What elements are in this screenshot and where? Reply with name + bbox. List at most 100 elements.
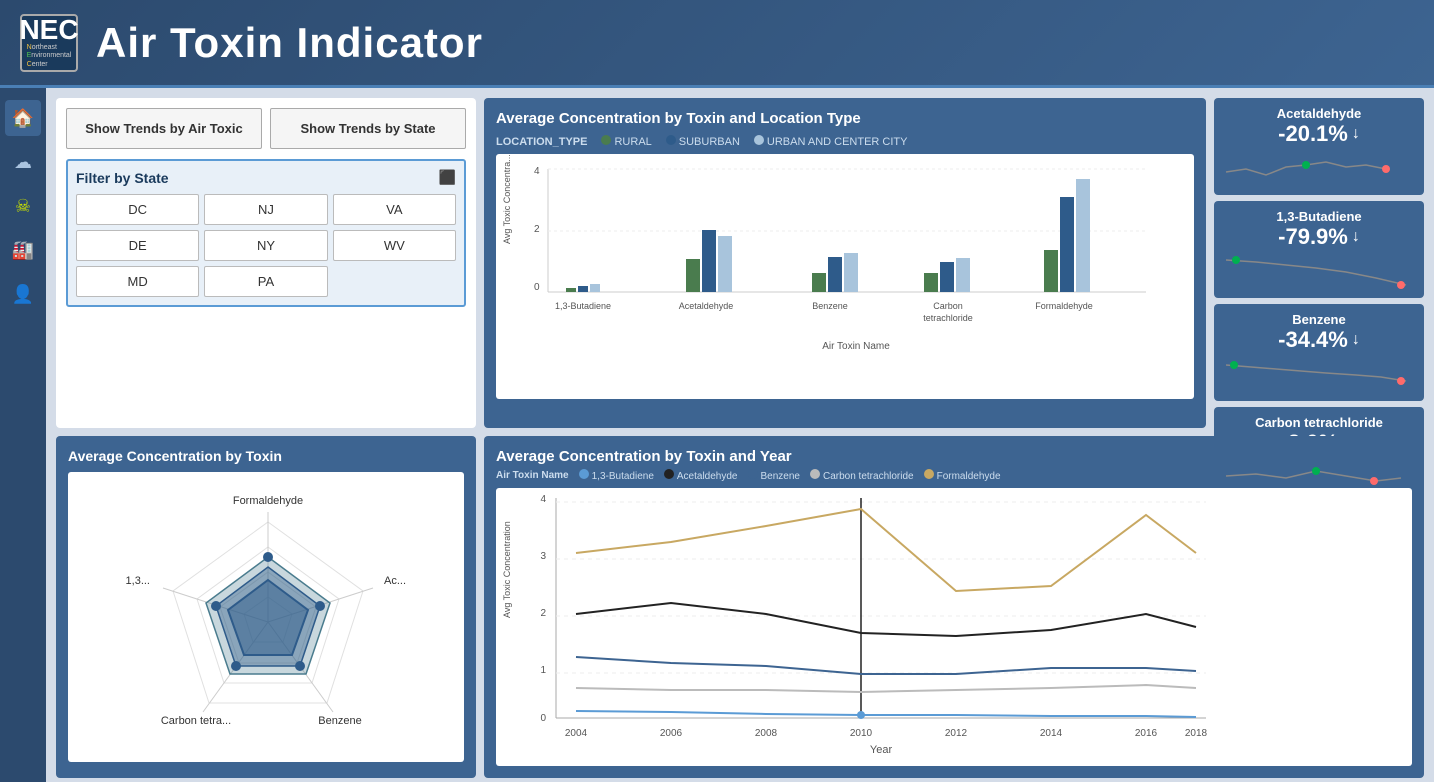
radar-area: Formaldehyde Ac... Benzene Carbon tetra.… — [68, 472, 464, 762]
state-md[interactable]: MD — [76, 266, 199, 297]
metric-butadiene-name: 1,3-Butadiene — [1226, 209, 1412, 224]
nav-user[interactable]: 👤 — [5, 276, 41, 312]
svg-text:Formaldehyde: Formaldehyde — [1035, 301, 1093, 311]
svg-text:2014: 2014 — [1040, 728, 1063, 739]
svg-text:2004: 2004 — [565, 728, 588, 739]
line-legend-butadiene: 1,3-Butadiene — [579, 469, 654, 482]
svg-text:0: 0 — [540, 713, 546, 724]
svg-text:2006: 2006 — [660, 728, 683, 739]
state-wv[interactable]: WV — [333, 230, 456, 261]
line-legend-acetaldehyde: Acetaldehyde — [664, 469, 738, 482]
nav-home[interactable]: 🏠 — [5, 100, 41, 136]
state-va[interactable]: VA — [333, 194, 456, 225]
legend-label: LOCATION_TYPE — [496, 136, 587, 148]
svg-text:2008: 2008 — [755, 728, 778, 739]
bar-chart-area: 4 2 0 Avg Toxic Concentra... — [496, 154, 1194, 399]
svg-text:Benzene: Benzene — [812, 301, 848, 311]
left-panel: Show Trends by Air Toxic Show Trends by … — [56, 98, 476, 428]
svg-text:Year: Year — [870, 744, 893, 756]
content-area: Show Trends by Air Toxic Show Trends by … — [46, 88, 1434, 782]
bar-chart-title: Average Concentration by Toxin and Locat… — [496, 110, 1194, 127]
metric-butadiene: 1,3-Butadiene -79.9% ↓ — [1214, 201, 1424, 298]
svg-text:2018: 2018 — [1185, 728, 1208, 739]
svg-text:0: 0 — [534, 282, 540, 293]
metric-acetaldehyde-name: Acetaldehyde — [1226, 106, 1412, 121]
filter-section: Filter by State ⬛ DC NJ VA DE NY WV MD P… — [66, 159, 466, 307]
line-legend-benzene: Benzene — [748, 469, 800, 482]
svg-text:Air Toxin Name: Air Toxin Name — [822, 341, 890, 352]
logo: NEC Northeast Environmental Center — [20, 14, 78, 72]
svg-text:1,3...: 1,3... — [126, 575, 150, 587]
svg-text:1,3-Butadiene: 1,3-Butadiene — [555, 301, 611, 311]
metric-benzene-value: -34.4% ↓ — [1226, 327, 1412, 353]
right-metrics: Acetaldehyde -20.1% ↓ 1 — [1214, 98, 1424, 428]
nav-air[interactable]: ☁ — [5, 144, 41, 180]
metric-benzene: Benzene -34.4% ↓ — [1214, 304, 1424, 401]
metric-acetaldehyde-trend — [1226, 147, 1412, 187]
main-layout: 🏠 ☁ ☠ 🏭 👤 Show Trends by Air Toxic Show … — [0, 88, 1434, 782]
line-chart-area: 4 3 2 1 0 Avg Toxic Concentration — [496, 488, 1412, 766]
svg-text:tetrachloride: tetrachloride — [923, 313, 973, 323]
nav-industry[interactable]: 🏭 — [5, 232, 41, 268]
filter-clear-icon[interactable]: ⬛ — [439, 169, 456, 186]
metric-acetaldehyde-value: -20.1% ↓ — [1226, 121, 1412, 147]
svg-text:Ac...: Ac... — [384, 575, 406, 587]
tab-air-toxic[interactable]: Show Trends by Air Toxic — [66, 108, 262, 149]
svg-text:Acetaldehyde: Acetaldehyde — [679, 301, 734, 311]
tab-buttons: Show Trends by Air Toxic Show Trends by … — [66, 108, 466, 149]
line-legend-label: Air Toxin Name — [496, 470, 569, 481]
svg-text:Avg Toxic Concentra...: Avg Toxic Concentra... — [502, 154, 512, 244]
logo-e: E — [27, 52, 32, 59]
svg-text:4: 4 — [534, 166, 540, 177]
svg-text:4: 4 — [540, 494, 546, 505]
svg-text:Formaldehyde: Formaldehyde — [233, 495, 303, 507]
metric-butadiene-arrow: ↓ — [1352, 228, 1360, 246]
bottom-row: Average Concentration by Toxin — [56, 436, 1424, 778]
svg-text:Avg Toxic Concentration: Avg Toxic Concentration — [502, 521, 512, 618]
tab-state[interactable]: Show Trends by State — [270, 108, 466, 149]
state-ny[interactable]: NY — [204, 230, 327, 261]
metric-benzene-name: Benzene — [1226, 312, 1412, 327]
logo-nec: NEC — [19, 16, 78, 44]
metric-carbon-name: Carbon tetrachloride — [1226, 415, 1412, 430]
line-legend-formaldehyde: Formaldehyde — [924, 469, 1001, 482]
svg-text:3: 3 — [540, 551, 546, 562]
state-pa[interactable]: PA — [204, 266, 327, 297]
legend-suburban: SUBURBAN — [666, 135, 740, 148]
metric-benzene-trend — [1226, 353, 1412, 393]
nav-toxin[interactable]: ☠ — [5, 188, 41, 224]
sidebar-nav: 🏠 ☁ ☠ 🏭 👤 — [0, 88, 46, 782]
state-de[interactable]: DE — [76, 230, 199, 261]
radar-panel: Average Concentration by Toxin — [56, 436, 476, 778]
filter-title: Filter by State — [76, 170, 169, 186]
svg-text:2016: 2016 — [1135, 728, 1158, 739]
page-title: Air Toxin Indicator — [96, 19, 483, 67]
bar-chart-panel: Average Concentration by Toxin and Locat… — [484, 98, 1206, 428]
svg-text:Carbon tetra...: Carbon tetra... — [161, 715, 231, 727]
line-chart-panel: Average Concentration by Toxin and Year … — [484, 436, 1424, 778]
filter-header: Filter by State ⬛ — [76, 169, 456, 186]
logo-n: N — [27, 44, 32, 51]
svg-text:2: 2 — [540, 608, 546, 619]
legend-urban: URBAN AND CENTER CITY — [754, 135, 908, 148]
metric-acetaldehyde: Acetaldehyde -20.1% ↓ — [1214, 98, 1424, 195]
top-row: Show Trends by Air Toxic Show Trends by … — [56, 98, 1424, 428]
app-header: NEC Northeast Environmental Center Air T… — [0, 0, 1434, 88]
svg-text:2012: 2012 — [945, 728, 968, 739]
state-grid: DC NJ VA DE NY WV MD PA — [76, 194, 456, 297]
svg-text:Carbon: Carbon — [933, 301, 963, 311]
metric-butadiene-trend — [1226, 250, 1412, 290]
metric-acetaldehyde-arrow: ↓ — [1352, 125, 1360, 143]
svg-text:2: 2 — [534, 224, 540, 235]
bar-chart-legend: LOCATION_TYPE RURAL SUBURBAN URBAN AND C… — [496, 135, 1194, 148]
metric-benzene-arrow: ↓ — [1352, 331, 1360, 349]
legend-rural: RURAL — [601, 135, 651, 148]
svg-text:2010: 2010 — [850, 728, 873, 739]
logo-c: C — [27, 61, 32, 68]
line-legend-carbon: Carbon tetrachloride — [810, 469, 914, 482]
radar-title: Average Concentration by Toxin — [68, 448, 464, 464]
svg-text:1: 1 — [540, 665, 546, 676]
state-dc[interactable]: DC — [76, 194, 199, 225]
state-nj[interactable]: NJ — [204, 194, 327, 225]
metric-butadiene-value: -79.9% ↓ — [1226, 224, 1412, 250]
